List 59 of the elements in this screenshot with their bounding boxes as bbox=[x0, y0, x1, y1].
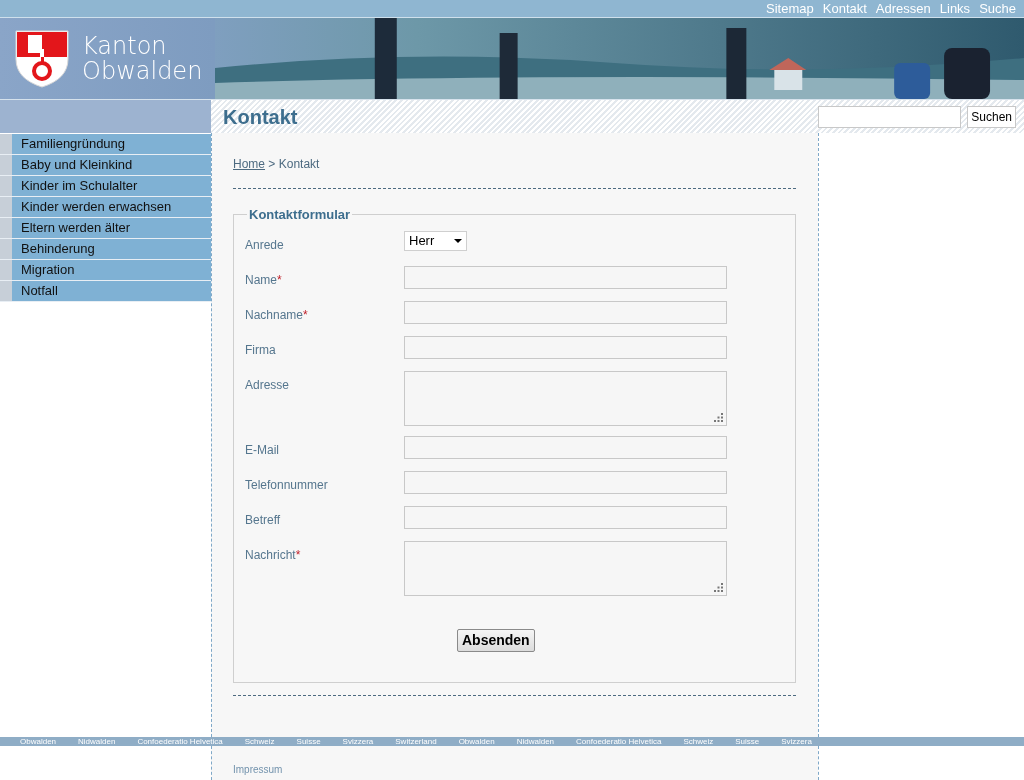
input-field[interactable] bbox=[404, 505, 727, 529]
input-field[interactable] bbox=[404, 335, 727, 359]
breadcrumb: Home > Kontakt bbox=[233, 157, 320, 171]
footer-strip-word: Nidwalden bbox=[516, 737, 555, 746]
resize-grip-icon bbox=[714, 412, 723, 422]
footer-strip-word: Schweiz bbox=[683, 737, 714, 746]
field-label: Adresse bbox=[245, 377, 290, 392]
page-title: Kontakt bbox=[223, 104, 298, 130]
text-area[interactable] bbox=[404, 540, 727, 596]
sidebar-item[interactable]: Familiengründung bbox=[12, 134, 211, 154]
field-label: Telefonnummer bbox=[245, 477, 328, 492]
footer-strip-word: Switzerland bbox=[395, 737, 437, 746]
sidebar-item[interactable]: Migration bbox=[12, 260, 211, 280]
field-label: Nachricht* bbox=[245, 547, 301, 562]
footer-strip-word: Suisse bbox=[735, 737, 760, 746]
input-field[interactable] bbox=[404, 470, 727, 494]
sidebar-item[interactable]: Behinderung bbox=[12, 239, 211, 259]
input-field[interactable] bbox=[404, 435, 727, 459]
sidebar-item[interactable]: Notfall bbox=[12, 281, 211, 301]
salutation-dropdown[interactable]: Herr bbox=[404, 230, 467, 251]
resize-grip-icon bbox=[714, 582, 723, 592]
field-label: Anrede bbox=[245, 237, 284, 252]
search-button[interactable]: Suchen bbox=[967, 105, 1016, 128]
footer-strip-word: Schweiz bbox=[244, 737, 275, 746]
sidebar-item-marker bbox=[0, 176, 12, 196]
coat-of-arms-icon bbox=[14, 28, 70, 89]
field-label: E-Mail bbox=[245, 442, 279, 457]
sidebar-item[interactable]: Eltern werden älter bbox=[12, 218, 211, 238]
sidebar-item-marker bbox=[0, 218, 12, 238]
sidebar-item-marker bbox=[0, 155, 12, 175]
search-field[interactable] bbox=[818, 105, 962, 128]
footer-strip-word: Svizzera bbox=[342, 737, 374, 746]
breadcrumb-link[interactable]: Home bbox=[233, 157, 265, 171]
input-field[interactable] bbox=[404, 265, 727, 289]
site-logo-text: Kanton Obwalden bbox=[82, 33, 203, 84]
sidebar-item[interactable]: Kinder werden erwachsen bbox=[12, 197, 211, 217]
footer-strip-word: Confoederatio Helvetica bbox=[576, 737, 662, 746]
footer-strip-word: Obwalden bbox=[20, 737, 57, 746]
sidebar-item[interactable]: Kinder im Schulalter bbox=[12, 176, 211, 196]
caret-icon bbox=[454, 238, 462, 243]
field-label: Nachname* bbox=[245, 307, 308, 322]
sidebar-item-marker bbox=[0, 239, 12, 259]
sidebar-item-marker bbox=[0, 197, 12, 217]
sidebar-item-marker bbox=[0, 260, 12, 280]
text-area[interactable] bbox=[404, 370, 727, 426]
footer-strip-word: Obwalden bbox=[458, 737, 495, 746]
field-label: Firma bbox=[245, 342, 276, 357]
footer-strip-word: Confoederatio Helvetica bbox=[137, 737, 223, 746]
footer-strip-word: Suisse bbox=[296, 737, 321, 746]
footer-strip-word: Svizzera bbox=[781, 737, 812, 746]
submit-button[interactable]: Absenden bbox=[457, 628, 535, 652]
sidebar-item-marker bbox=[0, 134, 12, 154]
sidebar-item-marker bbox=[0, 281, 12, 301]
form-legend: Kontaktformular bbox=[247, 205, 353, 225]
sidebar-item[interactable]: Baby und Kleinkind bbox=[12, 155, 211, 175]
field-label: Name* bbox=[245, 272, 282, 287]
field-label: Betreff bbox=[245, 512, 281, 527]
input-field[interactable] bbox=[404, 300, 727, 324]
footer-strip-word: Nidwalden bbox=[78, 737, 116, 746]
